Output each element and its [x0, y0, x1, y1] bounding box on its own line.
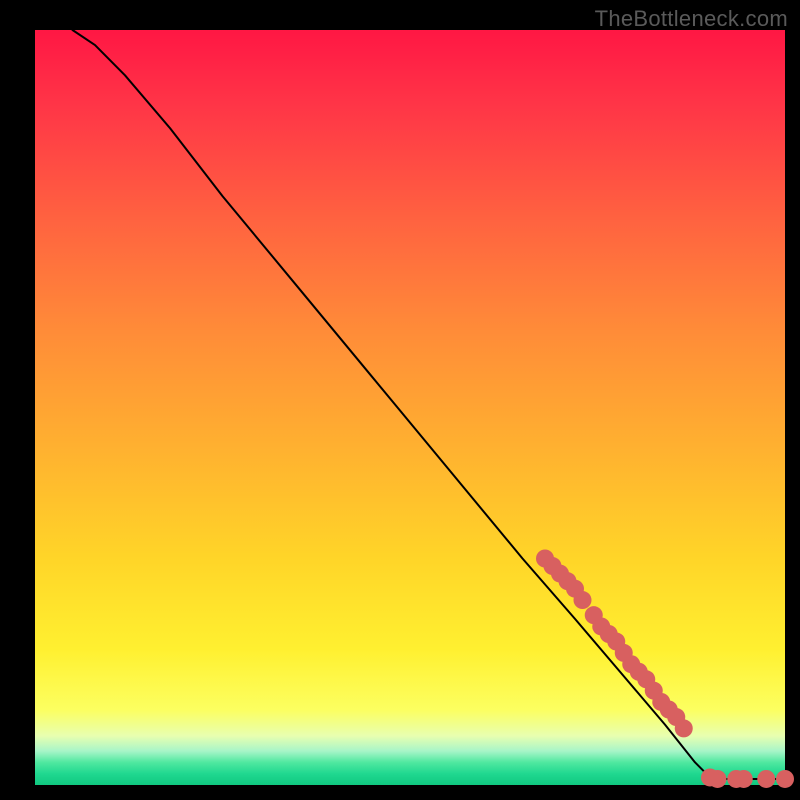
chart-plot: [0, 0, 800, 800]
plot-background: [35, 30, 785, 785]
data-point: [776, 770, 794, 788]
watermark-text: TheBottleneck.com: [595, 6, 788, 32]
data-point: [709, 770, 727, 788]
data-point: [574, 591, 592, 609]
data-point: [735, 770, 753, 788]
chart-container: TheBottleneck.com: [0, 0, 800, 800]
data-point: [675, 719, 693, 737]
data-point: [757, 770, 775, 788]
